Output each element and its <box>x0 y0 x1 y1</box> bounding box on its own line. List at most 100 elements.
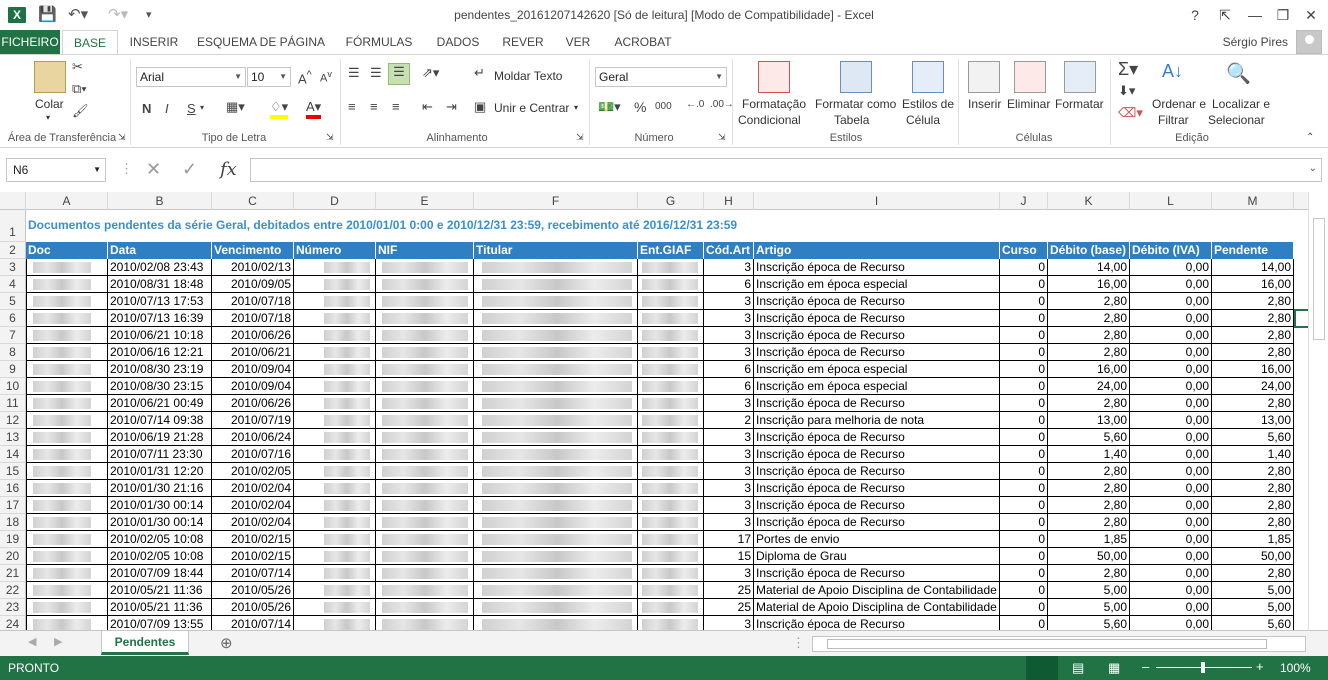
table-cell[interactable] <box>376 565 474 582</box>
table-cell[interactable]: 0 <box>1000 327 1048 344</box>
conditional-formatting-icon[interactable] <box>758 61 790 93</box>
table-cell[interactable]: Inscrição em época especial <box>754 361 1000 378</box>
table-header-cell[interactable]: Artigo <box>754 242 1000 259</box>
table-cell[interactable] <box>474 259 638 276</box>
table-cell[interactable] <box>474 599 638 616</box>
decrease-decimal-icon[interactable]: .00→ <box>710 99 734 110</box>
table-cell[interactable] <box>474 548 638 565</box>
table-cell[interactable]: 0 <box>1000 378 1048 395</box>
ribbon-display-options-icon[interactable]: ⇱ <box>1214 4 1236 26</box>
table-cell[interactable]: 0 <box>1000 259 1048 276</box>
delete-cells-button[interactable]: Eliminar <box>1007 97 1050 111</box>
table-cell[interactable] <box>474 497 638 514</box>
row-header[interactable]: 12 <box>0 412 26 429</box>
table-cell[interactable]: 0,00 <box>1130 293 1212 310</box>
table-cell[interactable] <box>638 514 704 531</box>
table-cell[interactable] <box>26 259 108 276</box>
table-cell[interactable]: Diploma de Grau <box>754 548 1000 565</box>
table-cell[interactable] <box>376 327 474 344</box>
normal-view-icon[interactable] <box>1026 656 1058 680</box>
tab-ver[interactable]: VER <box>558 30 598 54</box>
table-cell[interactable] <box>474 395 638 412</box>
table-cell[interactable]: 25 <box>704 582 754 599</box>
table-cell[interactable] <box>26 616 108 630</box>
table-cell[interactable]: 0,00 <box>1130 276 1212 293</box>
table-cell[interactable]: Inscrição época de Recurso <box>754 446 1000 463</box>
table-cell[interactable] <box>26 276 108 293</box>
format-as-table-button[interactable]: Formatar como <box>815 97 896 111</box>
table-header-cell[interactable]: Número <box>294 242 376 259</box>
table-cell[interactable]: 0 <box>1000 497 1048 514</box>
table-cell[interactable]: 2010/02/13 <box>212 259 294 276</box>
table-cell[interactable]: 2010/06/21 00:49 <box>108 395 212 412</box>
table-cell[interactable]: 0 <box>1000 616 1048 630</box>
table-cell[interactable]: 2010/07/19 <box>212 412 294 429</box>
table-cell[interactable] <box>26 412 108 429</box>
table-cell[interactable]: 0,00 <box>1130 259 1212 276</box>
row-header[interactable]: 21 <box>0 565 26 582</box>
decrease-indent-icon[interactable]: ⇤ <box>422 99 433 115</box>
table-cell[interactable] <box>294 616 376 630</box>
align-bottom-icon[interactable]: ☰ <box>388 63 410 85</box>
table-cell[interactable]: 2010/07/09 18:44 <box>108 565 212 582</box>
table-cell[interactable]: 3 <box>704 327 754 344</box>
table-cell[interactable]: 2010/08/30 23:19 <box>108 361 212 378</box>
table-cell[interactable]: 2010/02/04 <box>212 480 294 497</box>
table-cell[interactable]: 0,00 <box>1130 327 1212 344</box>
tab-base[interactable]: BASE <box>62 30 118 54</box>
font-launcher-icon[interactable]: ⇲ <box>326 132 334 143</box>
table-cell[interactable] <box>638 565 704 582</box>
table-cell[interactable]: 0,00 <box>1130 565 1212 582</box>
table-cell[interactable] <box>474 412 638 429</box>
table-cell[interactable]: 1,40 <box>1048 446 1130 463</box>
table-cell[interactable]: 2,80 <box>1048 310 1130 327</box>
table-cell[interactable] <box>638 276 704 293</box>
table-cell[interactable]: 2,80 <box>1212 293 1294 310</box>
fill-color-icon[interactable]: ♢▾ <box>270 99 289 119</box>
table-cell[interactable] <box>638 548 704 565</box>
table-cell[interactable]: 0,00 <box>1130 378 1212 395</box>
merge-center-button[interactable]: Unir e Centrar <box>494 101 569 115</box>
table-cell[interactable] <box>26 293 108 310</box>
cell-styles-button-line2[interactable]: Célula <box>906 113 940 127</box>
table-header-cell[interactable]: Ent.GIAF <box>638 242 704 259</box>
table-cell[interactable]: Material de Apoio Disciplina de Contabil… <box>754 599 1000 616</box>
table-cell[interactable]: 5,60 <box>1212 429 1294 446</box>
collapse-ribbon-icon[interactable]: ⌃ <box>1306 132 1314 143</box>
table-cell[interactable] <box>638 446 704 463</box>
table-cell[interactable] <box>26 446 108 463</box>
table-cell[interactable]: 50,00 <box>1048 548 1130 565</box>
table-cell[interactable]: 2010/06/26 <box>212 395 294 412</box>
table-cell[interactable]: 0 <box>1000 480 1048 497</box>
table-cell[interactable] <box>376 446 474 463</box>
alignment-launcher-icon[interactable]: ⇲ <box>576 132 584 143</box>
zoom-out-icon[interactable]: – <box>1142 659 1149 674</box>
formula-input[interactable]: ⌄ <box>250 158 1322 182</box>
table-cell[interactable]: Inscrição época de Recurso <box>754 310 1000 327</box>
copy-icon[interactable]: ⧉▾ <box>72 81 87 97</box>
table-cell[interactable]: 14,00 <box>1212 259 1294 276</box>
table-cell[interactable]: 0 <box>1000 565 1048 582</box>
table-cell[interactable] <box>294 531 376 548</box>
table-cell[interactable]: 3 <box>704 310 754 327</box>
table-cell[interactable] <box>294 344 376 361</box>
table-cell[interactable]: 2010/07/16 <box>212 446 294 463</box>
column-header[interactable]: D <box>294 192 376 210</box>
table-cell[interactable]: 2,80 <box>1048 293 1130 310</box>
align-left-icon[interactable]: ≡ <box>348 99 356 114</box>
table-cell[interactable] <box>26 429 108 446</box>
table-cell[interactable]: 3 <box>704 514 754 531</box>
table-cell[interactable] <box>638 412 704 429</box>
row-header[interactable]: 14 <box>0 446 26 463</box>
table-cell[interactable] <box>26 514 108 531</box>
table-cell[interactable]: 16,00 <box>1212 276 1294 293</box>
table-cell[interactable]: 2010/02/08 23:43 <box>108 259 212 276</box>
table-cell[interactable] <box>474 582 638 599</box>
zoom-slider-thumb[interactable] <box>1201 662 1205 673</box>
tab-esquema-de-pagina[interactable]: ESQUEMA DE PÁGINA <box>192 30 330 54</box>
increase-indent-icon[interactable]: ⇥ <box>446 99 457 115</box>
table-cell[interactable]: 0 <box>1000 361 1048 378</box>
table-cell[interactable]: 2,80 <box>1048 327 1130 344</box>
cancel-icon[interactable]: ✕ <box>146 159 161 180</box>
table-cell[interactable]: 2010/02/04 <box>212 497 294 514</box>
